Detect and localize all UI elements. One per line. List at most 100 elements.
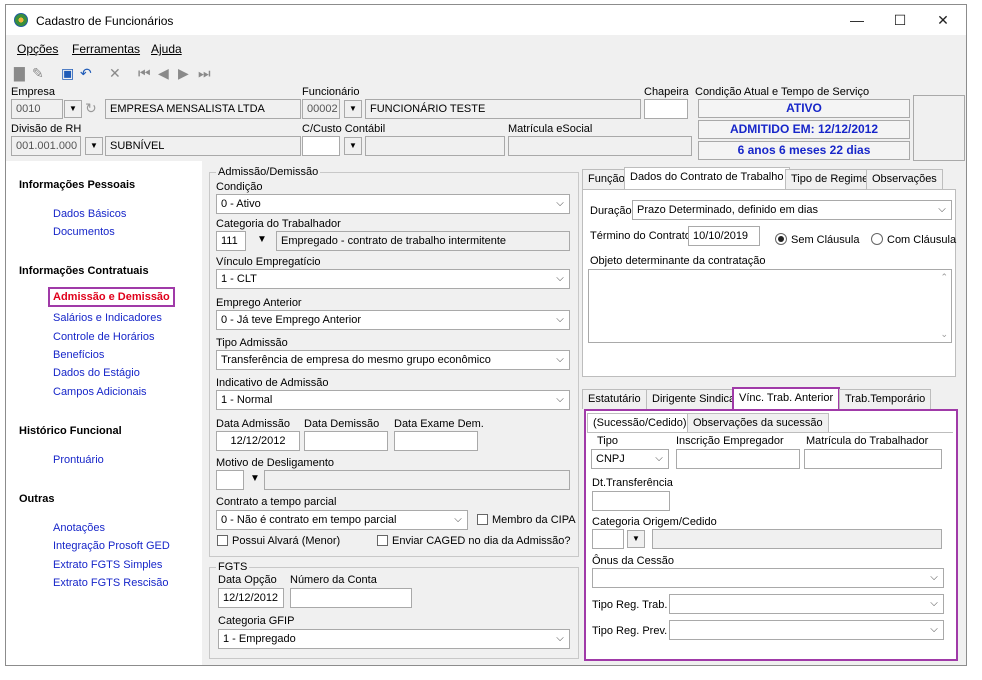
funcionario-label: Funcionário xyxy=(302,86,360,98)
onus-label: Ônus da Cessão xyxy=(592,555,674,567)
tab-vinc-trab-anterior[interactable]: Vínc. Trab. Anterior xyxy=(732,387,841,410)
tipo-select[interactable]: CNPJ ⌵ xyxy=(591,449,669,469)
tipo-admissao-select[interactable]: Transferência de empresa do mesmo grupo … xyxy=(216,350,570,370)
custo-name-field xyxy=(365,136,505,156)
onus-select[interactable]: ⌵ xyxy=(592,568,944,588)
divisao-code-field[interactable]: 001.001.000 xyxy=(11,136,81,156)
motivo-code-input[interactable] xyxy=(216,470,244,490)
tab-observacoes-sucessao[interactable]: Observações da sucessão xyxy=(687,413,829,433)
data-exame-input[interactable] xyxy=(394,431,478,451)
sidebar-item-prontuario[interactable]: Prontuário xyxy=(53,454,104,466)
minimize-button[interactable]: — xyxy=(842,9,872,31)
objeto-textarea[interactable]: ⌃ ⌄ xyxy=(588,269,952,343)
categoria-dropdown[interactable]: ▼ xyxy=(253,232,271,250)
maximize-button[interactable]: ☐ xyxy=(885,9,915,31)
admissao-group-title: Admissão/Demissão xyxy=(216,166,321,178)
menu-ajuda[interactable]: Ajuda xyxy=(151,42,182,56)
new-icon[interactable]: ▇ xyxy=(14,65,25,82)
first-record-icon[interactable]: ⏮ xyxy=(138,65,151,82)
close-button[interactable]: ✕ xyxy=(928,9,958,31)
duracao-label: Duração xyxy=(590,205,632,217)
edit-icon[interactable]: ✎ xyxy=(32,65,44,82)
sidebar-item-estagio[interactable]: Dados do Estágio xyxy=(53,367,140,379)
parcial-value: 0 - Não é contrato em tempo parcial xyxy=(221,514,397,526)
chevron-down-icon: ⌵ xyxy=(556,394,564,405)
sidebar-item-campos-adicionais[interactable]: Campos Adicionais xyxy=(53,386,147,398)
tipo-reg-prev-select[interactable]: ⌵ xyxy=(669,620,944,640)
com-clausula-radio[interactable] xyxy=(871,233,883,245)
condicao-field-label: Condição xyxy=(216,181,263,193)
sidebar-item-beneficios[interactable]: Benefícios xyxy=(53,349,104,361)
empresa-dropdown[interactable]: ▼ xyxy=(64,100,82,118)
empresa-code-field[interactable]: 0010 xyxy=(11,99,63,119)
categoria-origem-code-input[interactable] xyxy=(592,529,624,549)
duracao-value: Prazo Determinado, definido em dias xyxy=(637,204,818,216)
matricula-input[interactable] xyxy=(804,449,942,469)
alvara-checkbox[interactable] xyxy=(217,535,228,546)
tab-tipo-regime[interactable]: Tipo de Regime xyxy=(785,169,875,189)
vinculo-select[interactable]: 1 - CLT ⌵ xyxy=(216,269,570,289)
motivo-dropdown[interactable]: ▼ xyxy=(246,471,264,489)
sidebar-item-admissao-demissao[interactable]: Admissão e Demissão xyxy=(48,287,175,307)
duracao-select[interactable]: Prazo Determinado, definido em dias ⌵ xyxy=(632,200,952,220)
delete-icon[interactable]: ✕ xyxy=(109,65,121,82)
tipo-reg-trab-select[interactable]: ⌵ xyxy=(669,594,944,614)
menu-opcoes[interactable]: Opções xyxy=(17,42,58,56)
cipa-checkbox[interactable] xyxy=(477,514,488,525)
next-record-icon[interactable]: ▶ xyxy=(178,65,189,82)
sem-clausula-radio[interactable] xyxy=(775,233,787,245)
termino-input[interactable]: 10/10/2019 xyxy=(688,226,760,246)
cipa-label: Membro da CIPA xyxy=(492,514,576,526)
conta-input[interactable] xyxy=(290,588,412,608)
categoria-origem-dropdown[interactable]: ▼ xyxy=(627,530,645,548)
data-opcao-label: Data Opção xyxy=(218,574,277,586)
data-admissao-input[interactable]: 12/12/2012 xyxy=(216,431,300,451)
last-record-icon[interactable]: ⏭ xyxy=(198,65,211,82)
data-opcao-input[interactable]: 12/12/2012 xyxy=(218,588,284,608)
dt-transferencia-input[interactable] xyxy=(592,491,670,511)
inscricao-input[interactable] xyxy=(676,449,800,469)
tab-observacoes[interactable]: Observações xyxy=(866,169,943,189)
custo-dropdown[interactable]: ▼ xyxy=(344,137,362,155)
parcial-select[interactable]: 0 - Não é contrato em tempo parcial ⌵ xyxy=(216,510,468,530)
chapeira-input[interactable] xyxy=(644,99,688,119)
custo-code-input[interactable] xyxy=(302,136,340,156)
caged-checkbox[interactable] xyxy=(377,535,388,546)
tab-sucessao-cedido[interactable]: (Sucessão/Cedido) xyxy=(587,413,693,433)
menu-ferramentas[interactable]: Ferramentas xyxy=(72,42,140,56)
funcionario-code-field[interactable]: 00002 xyxy=(302,99,340,119)
sidebar-item-prosoft-ged[interactable]: Integração Prosoft GED xyxy=(53,540,170,552)
emprego-anterior-select[interactable]: 0 - Já teve Emprego Anterior ⌵ xyxy=(216,310,570,330)
funcionario-dropdown[interactable]: ▼ xyxy=(344,100,362,118)
photo-placeholder xyxy=(913,95,965,161)
data-admissao-label: Data Admissão xyxy=(216,418,290,430)
custo-label: C/Custo Contábil xyxy=(302,123,386,135)
gfip-select[interactable]: 1 - Empregado ⌵ xyxy=(218,629,570,649)
chevron-down-icon: ⌵ xyxy=(556,354,564,365)
categoria-origem-label: Categoria Origem/Cedido xyxy=(592,516,717,528)
scroll-up-icon[interactable]: ⌃ xyxy=(940,272,948,283)
empresa-refresh-icon[interactable]: ↻ xyxy=(85,100,97,117)
sidebar-item-dados-basicos[interactable]: Dados Básicos xyxy=(53,208,126,220)
sidebar-item-documentos[interactable]: Documentos xyxy=(53,226,115,238)
previous-record-icon[interactable]: ◀ xyxy=(158,65,169,82)
funcionario-name-field: FUNCIONÁRIO TESTE xyxy=(365,99,641,119)
sidebar-item-fgts-rescisao[interactable]: Extrato FGTS Rescisão xyxy=(53,577,169,589)
sidebar-item-controle-horarios[interactable]: Controle de Horários xyxy=(53,331,155,343)
categoria-code-input[interactable]: 111 xyxy=(216,231,246,251)
data-demissao-input[interactable] xyxy=(304,431,388,451)
toolbar: ▇ ✎ ▣ ↶ ✕ ⏮ ◀ ▶ ⏭ xyxy=(6,63,966,85)
tab-dados-contrato[interactable]: Dados do Contrato de Trabalho xyxy=(624,167,790,190)
sidebar-item-fgts-simples[interactable]: Extrato FGTS Simples xyxy=(53,559,162,571)
condicao-select[interactable]: 0 - Ativo ⌵ xyxy=(216,194,570,214)
undo-icon[interactable]: ↶ xyxy=(80,65,92,82)
save-icon[interactable]: ▣ xyxy=(61,65,74,82)
tab-dirigente-sindical[interactable]: Dirigente Sindical xyxy=(646,389,744,409)
sidebar-item-anotacoes[interactable]: Anotações xyxy=(53,522,105,534)
sidebar-item-salarios[interactable]: Salários e Indicadores xyxy=(53,312,162,324)
tab-estatutario[interactable]: Estatutário xyxy=(582,389,647,409)
divisao-dropdown[interactable]: ▼ xyxy=(85,137,103,155)
indicativo-select[interactable]: 1 - Normal ⌵ xyxy=(216,390,570,410)
tab-trab-temporario[interactable]: Trab.Temporário xyxy=(839,389,932,409)
scroll-down-icon[interactable]: ⌄ xyxy=(940,329,948,340)
